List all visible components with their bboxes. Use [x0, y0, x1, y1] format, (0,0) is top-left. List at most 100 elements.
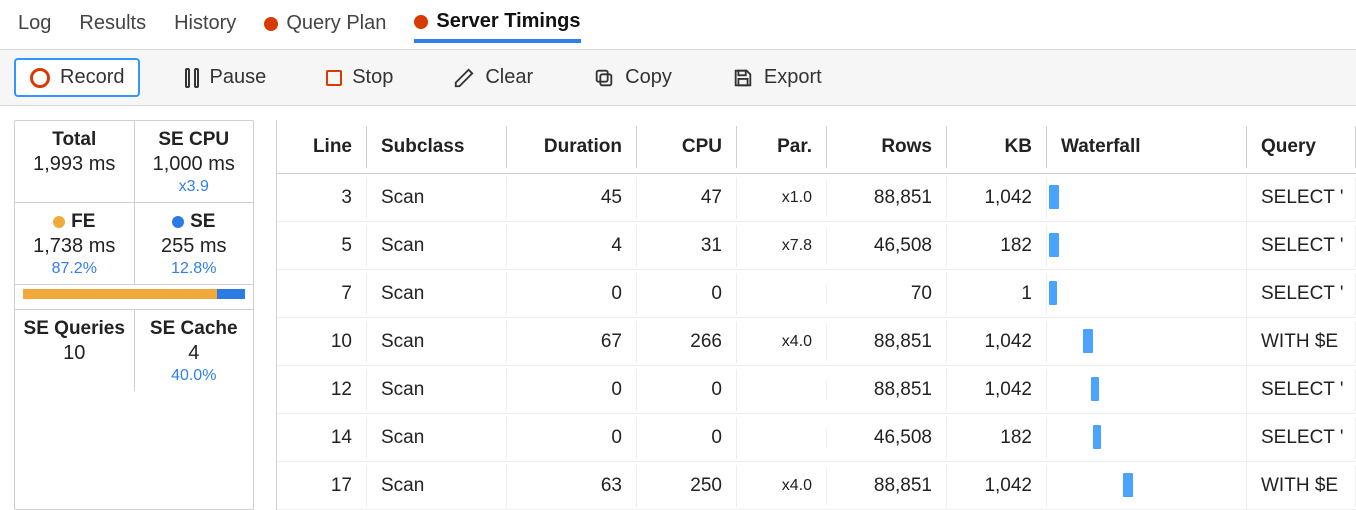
- cell-waterfall: [1047, 174, 1247, 221]
- stat-value: 1,000 ms: [137, 153, 252, 176]
- se-bullet-icon: [172, 216, 184, 228]
- cell-kb: 1,042: [947, 321, 1047, 363]
- stats-panel: Total 1,993 ms SE CPU 1,000 ms x3.9 FE 1…: [14, 120, 254, 510]
- tab-log[interactable]: Log: [18, 12, 51, 41]
- cell-subclass: Scan: [367, 273, 507, 315]
- table-row[interactable]: 7Scan00701SELECT ': [277, 270, 1356, 318]
- cell-kb: 182: [947, 417, 1047, 459]
- tab-bar: Log Results History Query Plan Server Ti…: [0, 0, 1356, 49]
- tab-query-plan[interactable]: Query Plan: [264, 12, 386, 41]
- tab-label: Results: [79, 12, 146, 35]
- tab-server-timings[interactable]: Server Timings: [414, 10, 580, 43]
- col-line[interactable]: Line: [277, 126, 367, 168]
- stat-label-text: FE: [71, 211, 95, 232]
- button-label: Clear: [485, 66, 533, 89]
- cell-cpu: 0: [637, 369, 737, 411]
- col-subclass[interactable]: Subclass: [367, 126, 507, 168]
- table-row[interactable]: 5Scan431x7.846,508182SELECT ': [277, 222, 1356, 270]
- stat-sub: 12.8%: [137, 260, 252, 278]
- export-button[interactable]: Export: [717, 59, 837, 96]
- save-icon: [732, 67, 754, 89]
- col-query[interactable]: Query: [1247, 126, 1356, 168]
- stop-icon: [326, 70, 342, 86]
- cell-par: [737, 380, 827, 400]
- cell-kb: 1,042: [947, 369, 1047, 411]
- cell-cpu: 250: [637, 465, 737, 507]
- cell-subclass: Scan: [367, 225, 507, 267]
- fe-se-bar: [15, 285, 253, 310]
- stat-value: 10: [17, 342, 132, 365]
- tab-label: Log: [18, 12, 51, 35]
- cell-rows: 88,851: [827, 465, 947, 507]
- col-kb[interactable]: KB: [947, 126, 1047, 168]
- record-icon: [30, 68, 50, 88]
- cell-par: x4.0: [737, 323, 827, 361]
- stat-label: SE: [137, 211, 252, 233]
- col-cpu[interactable]: CPU: [637, 126, 737, 168]
- stop-button[interactable]: Stop: [311, 59, 408, 96]
- tab-results[interactable]: Results: [79, 12, 146, 41]
- cell-query: WITH $E: [1247, 321, 1356, 363]
- copy-button[interactable]: Copy: [578, 59, 687, 96]
- cell-duration: 0: [507, 417, 637, 459]
- cell-duration: 45: [507, 177, 637, 219]
- stat-value: 1,738 ms: [17, 235, 132, 258]
- cell-cpu: 266: [637, 321, 737, 363]
- cell-waterfall: [1047, 366, 1247, 413]
- cell-query: WITH $E: [1247, 465, 1356, 507]
- button-label: Pause: [209, 66, 266, 89]
- cell-kb: 1,042: [947, 177, 1047, 219]
- col-duration[interactable]: Duration: [507, 126, 637, 168]
- cell-duration: 0: [507, 369, 637, 411]
- cell-subclass: Scan: [367, 177, 507, 219]
- button-label: Copy: [625, 66, 672, 89]
- col-rows[interactable]: Rows: [827, 126, 947, 168]
- cell-rows: 88,851: [827, 369, 947, 411]
- toolbar: Record Pause Stop Clear Copy Export: [0, 49, 1356, 106]
- stat-label: SE Cache: [137, 318, 252, 340]
- grid-header: Line Subclass Duration CPU Par. Rows KB …: [277, 120, 1356, 174]
- cell-duration: 67: [507, 321, 637, 363]
- record-dot-icon: [414, 15, 428, 29]
- table-row[interactable]: 17Scan63250x4.088,8511,042WITH $E: [277, 462, 1356, 510]
- clear-button[interactable]: Clear: [438, 59, 548, 96]
- stat-sub: 40.0%: [137, 367, 252, 385]
- record-button[interactable]: Record: [14, 58, 140, 97]
- table-row[interactable]: 3Scan4547x1.088,8511,042SELECT ': [277, 174, 1356, 222]
- tab-history[interactable]: History: [174, 12, 236, 41]
- pause-icon: [185, 68, 199, 88]
- table-row[interactable]: 14Scan0046,508182SELECT ': [277, 414, 1356, 462]
- stat-label: SE Queries: [17, 318, 132, 340]
- cell-query: SELECT ': [1247, 225, 1356, 267]
- stat-fe: FE 1,738 ms 87.2%: [15, 203, 134, 284]
- main-area: Total 1,993 ms SE CPU 1,000 ms x3.9 FE 1…: [0, 106, 1356, 510]
- stat-value: 255 ms: [137, 235, 252, 258]
- pause-button[interactable]: Pause: [170, 59, 281, 96]
- col-waterfall[interactable]: Waterfall: [1047, 126, 1247, 168]
- cell-line: 5: [277, 225, 367, 267]
- stat-value: 4: [137, 342, 252, 365]
- button-label: Record: [60, 66, 124, 89]
- copy-icon: [593, 67, 615, 89]
- cell-cpu: 31: [637, 225, 737, 267]
- table-row[interactable]: 12Scan0088,8511,042SELECT ': [277, 366, 1356, 414]
- stat-total: Total 1,993 ms: [15, 121, 134, 202]
- cell-waterfall: [1047, 222, 1247, 269]
- cell-kb: 182: [947, 225, 1047, 267]
- cell-duration: 63: [507, 465, 637, 507]
- cell-rows: 88,851: [827, 177, 947, 219]
- stat-value: 1,993 ms: [17, 153, 132, 176]
- cell-line: 7: [277, 273, 367, 315]
- stat-label: SE CPU: [137, 129, 252, 151]
- cell-line: 14: [277, 417, 367, 459]
- stat-label: FE: [17, 211, 132, 233]
- table-row[interactable]: 10Scan67266x4.088,8511,042WITH $E: [277, 318, 1356, 366]
- cell-par: x1.0: [737, 179, 827, 217]
- stat-se-cache: SE Cache 4 40.0%: [134, 310, 254, 391]
- col-par[interactable]: Par.: [737, 126, 827, 168]
- stat-label: Total: [17, 129, 132, 151]
- cell-query: SELECT ': [1247, 417, 1356, 459]
- fe-bullet-icon: [53, 216, 65, 228]
- cell-line: 3: [277, 177, 367, 219]
- cell-rows: 70: [827, 273, 947, 315]
